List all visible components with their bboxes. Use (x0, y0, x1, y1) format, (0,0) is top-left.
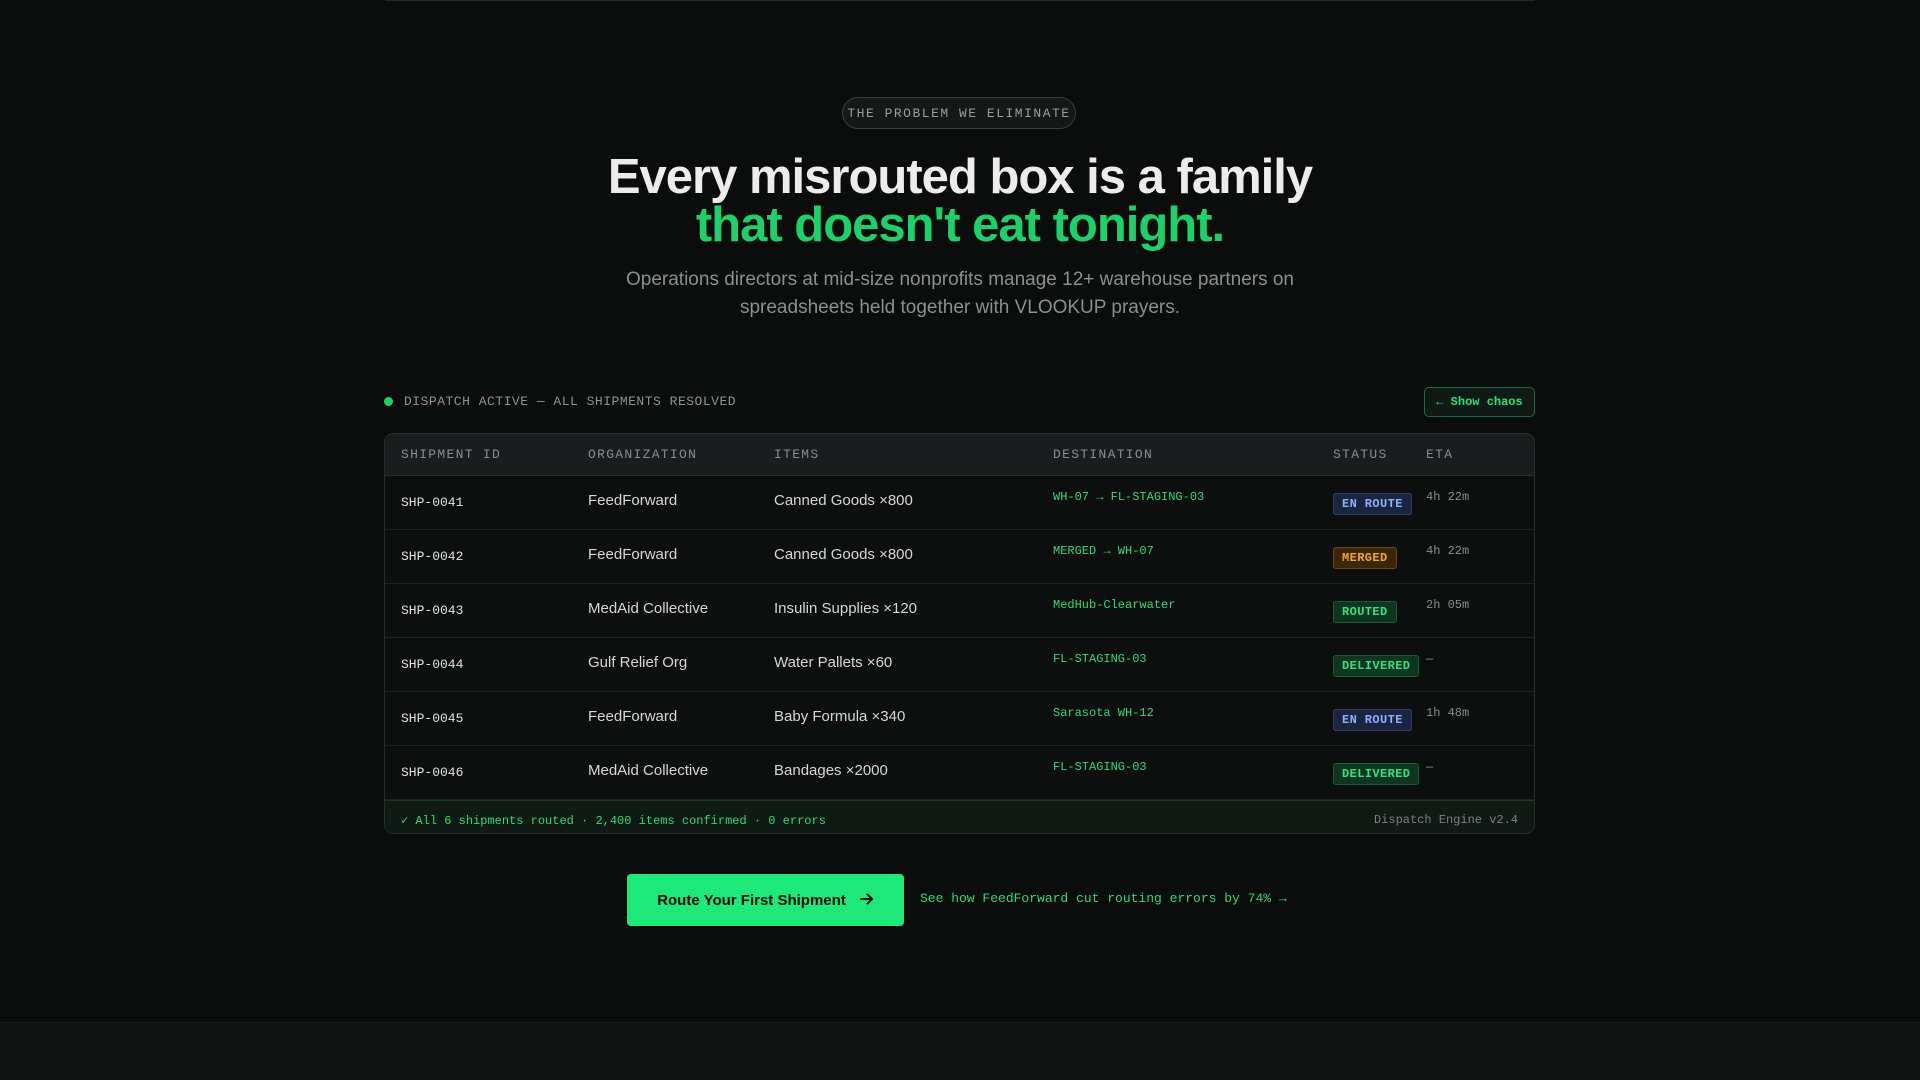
destination: FL-STAGING-03 (1053, 760, 1147, 774)
table-row[interactable]: SHP-0044 Gulf Relief Org Water Pallets ×60… (385, 638, 1534, 692)
route-first-shipment-button[interactable]: Route Your First Shipment (627, 874, 904, 926)
table-row[interactable]: SHP-0046 MedAid Collective Bandages ×2000 F… (385, 746, 1534, 800)
headline-line-1: Every misrouted box is a family (607, 150, 1313, 204)
items: Water Pallets ×60 (774, 654, 893, 671)
footer-summary: ✓ All 6 shipments routed · 2,400 items c… (401, 814, 826, 828)
table-header: SHIPMENT ID ORGANIZATION ITEMS DESTINATI… (385, 434, 1534, 476)
status-badge: DELIVERED (1333, 763, 1420, 785)
eta: — (1426, 652, 1434, 666)
destination: WH-07 → FL-STAGING-03 (1053, 490, 1205, 504)
shipment-id: SHP-0044 (401, 657, 464, 672)
eyebrow-pill: THE PROBLEM WE ELIMINATE (842, 97, 1076, 129)
column-header-eta: ETA (1426, 447, 1454, 462)
headline: Every misrouted box is a family that doe… (0, 150, 1920, 252)
organization: MedAid Collective (588, 762, 709, 779)
status-badge: EN ROUTE (1333, 709, 1412, 731)
column-header-destination: DESTINATION (1053, 447, 1154, 462)
status-cell: DELIVERED (1333, 763, 1420, 785)
eta: — (1426, 760, 1434, 774)
items: Canned Goods ×800 (774, 492, 913, 509)
shipment-id: SHP-0042 (401, 549, 464, 564)
status-dot-icon (384, 396, 393, 406)
subtext: Operations directors at mid-size nonprof… (626, 269, 1294, 318)
table-body: SHP-0041 FeedForward Canned Goods ×800 WH-0… (385, 476, 1534, 800)
status-badge: ROUTED (1333, 601, 1397, 623)
items: Insulin Supplies ×120 (774, 600, 918, 617)
status-cell: MERGED (1333, 547, 1397, 569)
organization: FeedForward (588, 546, 678, 563)
destination: MedHub-Clearwater (1053, 598, 1176, 612)
items: Baby Formula ×340 (774, 708, 906, 725)
status-badge: EN ROUTE (1333, 493, 1412, 515)
table-footer: ✓ All 6 shipments routed · 2,400 items c… (385, 800, 1534, 833)
organization: MedAid Collective (588, 600, 709, 617)
column-header-shipment-id: SHIPMENT ID (401, 447, 502, 462)
headline-line-2: that doesn't eat tonight. (695, 198, 1225, 252)
dispatch-status: DISPATCH ACTIVE — ALL SHIPMENTS RESOLVED (384, 390, 736, 412)
column-header-status: STATUS (1333, 447, 1388, 462)
table-row[interactable]: SHP-0045 FeedForward Baby Formula ×340 Sara… (385, 692, 1534, 746)
shipments-table: SHIPMENT ID ORGANIZATION ITEMS DESTINATI… (384, 433, 1535, 834)
eta: 1h 48m (1426, 706, 1470, 720)
shipment-id: SHP-0046 (401, 765, 464, 780)
status-badge: DELIVERED (1333, 655, 1420, 677)
shipment-id: SHP-0041 (401, 495, 464, 510)
items: Canned Goods ×800 (774, 546, 913, 563)
eta: 4h 22m (1426, 544, 1470, 558)
destination: MERGED → WH-07 (1053, 544, 1154, 558)
footer-band (0, 1022, 1920, 1080)
organization: FeedForward (588, 708, 678, 725)
column-header-organization: ORGANIZATION (588, 447, 698, 462)
dispatch-status-text: DISPATCH ACTIVE — ALL SHIPMENTS RESOLVED (404, 393, 737, 409)
items: Bandages ×2000 (774, 762, 888, 779)
eta: 2h 05m (1426, 598, 1470, 612)
status-cell: EN ROUTE (1333, 493, 1412, 515)
status-cell: ROUTED (1333, 601, 1397, 623)
footer-engine-version: Dispatch Engine v2.4 (1373, 813, 1518, 827)
table-row[interactable]: SHP-0043 MedAid Collective Insulin Supplie… (385, 584, 1534, 638)
shipment-id: SHP-0043 (401, 603, 464, 618)
organization: FeedForward (588, 492, 678, 509)
status-cell: EN ROUTE (1333, 709, 1412, 731)
column-header-items: ITEMS (774, 447, 820, 462)
top-divider (385, 0, 1535, 1)
status-badge: MERGED (1333, 547, 1397, 569)
arrow-right-icon (859, 890, 874, 910)
feedforward-case-study-link[interactable]: See how FeedForward cut routing errors b… (920, 891, 1287, 906)
table-row[interactable]: SHP-0041 FeedForward Canned Goods ×800 WH-0… (385, 476, 1534, 530)
destination: Sarasota WH-12 (1053, 706, 1154, 720)
table-row[interactable]: SHP-0042 FeedForward Canned Goods ×800 MERG… (385, 530, 1534, 584)
destination: FL-STAGING-03 (1053, 652, 1147, 666)
organization: Gulf Relief Org (588, 654, 688, 671)
shipment-id: SHP-0045 (401, 711, 464, 726)
cta-label: Route Your First Shipment (657, 891, 846, 909)
status-cell: DELIVERED (1333, 655, 1420, 677)
show-chaos-button[interactable]: ← Show chaos (1424, 387, 1535, 417)
eta: 4h 22m (1426, 490, 1470, 504)
